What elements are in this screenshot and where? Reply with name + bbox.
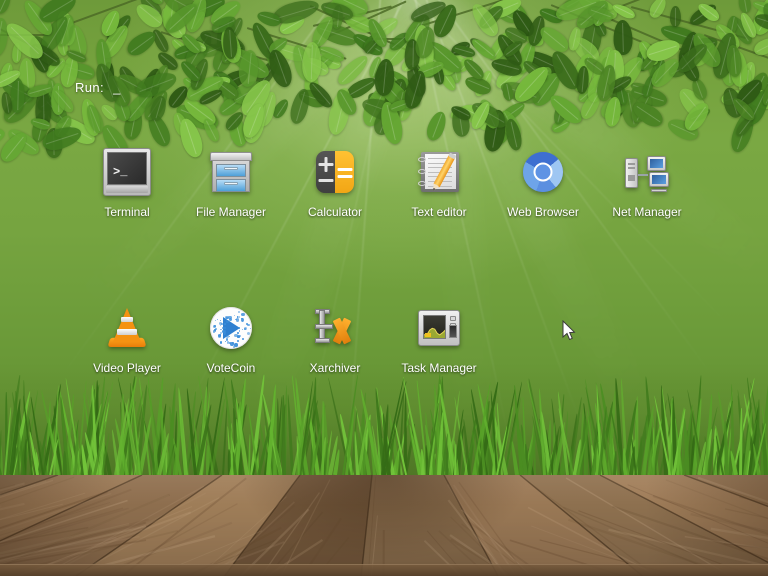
desktop-icon-calculator[interactable]: Calculator xyxy=(283,148,387,219)
desktop-icon-xarchiver[interactable]: Xarchiver xyxy=(283,304,387,375)
desktop-icon-label: Xarchiver xyxy=(309,361,361,375)
desktop-icon-task-manager[interactable]: Task Manager xyxy=(387,304,491,375)
desktop-icon-web-browser[interactable]: Web Browser xyxy=(491,148,595,219)
desktop-icon-label: Task Manager xyxy=(401,361,477,375)
terminal-icon: >_ xyxy=(103,148,151,196)
desktop-icon-video-player[interactable]: Video Player xyxy=(75,304,179,375)
wooden-deck xyxy=(0,475,768,576)
desktop-icon-label: VoteCoin xyxy=(206,361,256,375)
run-prompt-label: Run: xyxy=(75,80,105,95)
desktop-icon-file-manager[interactable]: File Manager xyxy=(179,148,283,219)
desktop-background: Run: _ >_ Terminal File Manager Calculat… xyxy=(0,0,768,576)
desktop-icon-row-2: Video Player VoteCoin Xarchiver Task Man… xyxy=(75,304,735,375)
desktop-icon-label: File Manager xyxy=(195,205,267,219)
votecoin-icon xyxy=(207,304,255,352)
desktop-icon-grid: >_ Terminal File Manager Calculator Text… xyxy=(75,148,735,375)
desktop-icon-text-editor[interactable]: Text editor xyxy=(387,148,491,219)
deck-front-edge xyxy=(0,564,768,576)
desktop-icon-label: Video Player xyxy=(93,361,161,375)
desktop-icon-net-manager[interactable]: Net Manager xyxy=(595,148,699,219)
desktop-icon-label: Web Browser xyxy=(507,205,579,219)
xarchiver-icon xyxy=(311,304,359,352)
desktop-icon-terminal[interactable]: >_ Terminal xyxy=(75,148,179,219)
desktop-icon-label: Terminal xyxy=(104,205,150,219)
system-monitor-icon xyxy=(415,304,463,352)
file-cabinet-icon xyxy=(207,148,255,196)
deck-shading xyxy=(0,475,768,576)
calculator-icon xyxy=(311,148,359,196)
grass-band xyxy=(0,363,768,475)
chromium-icon xyxy=(519,148,567,196)
desktop-icon-row-1: >_ Terminal File Manager Calculator Text… xyxy=(75,148,735,219)
run-prompt[interactable]: Run: _ xyxy=(75,80,121,95)
desktop-icon-votecoin[interactable]: VoteCoin xyxy=(179,304,283,375)
desktop-icon-label: Calculator xyxy=(307,205,363,219)
desktop-icon-label: Net Manager xyxy=(612,205,682,219)
desktop-icon-label: Text editor xyxy=(411,205,467,219)
run-prompt-cursor: _ xyxy=(113,80,121,95)
vlc-cone-icon xyxy=(103,304,151,352)
notepad-pencil-icon xyxy=(415,148,463,196)
network-computers-icon xyxy=(623,148,671,196)
